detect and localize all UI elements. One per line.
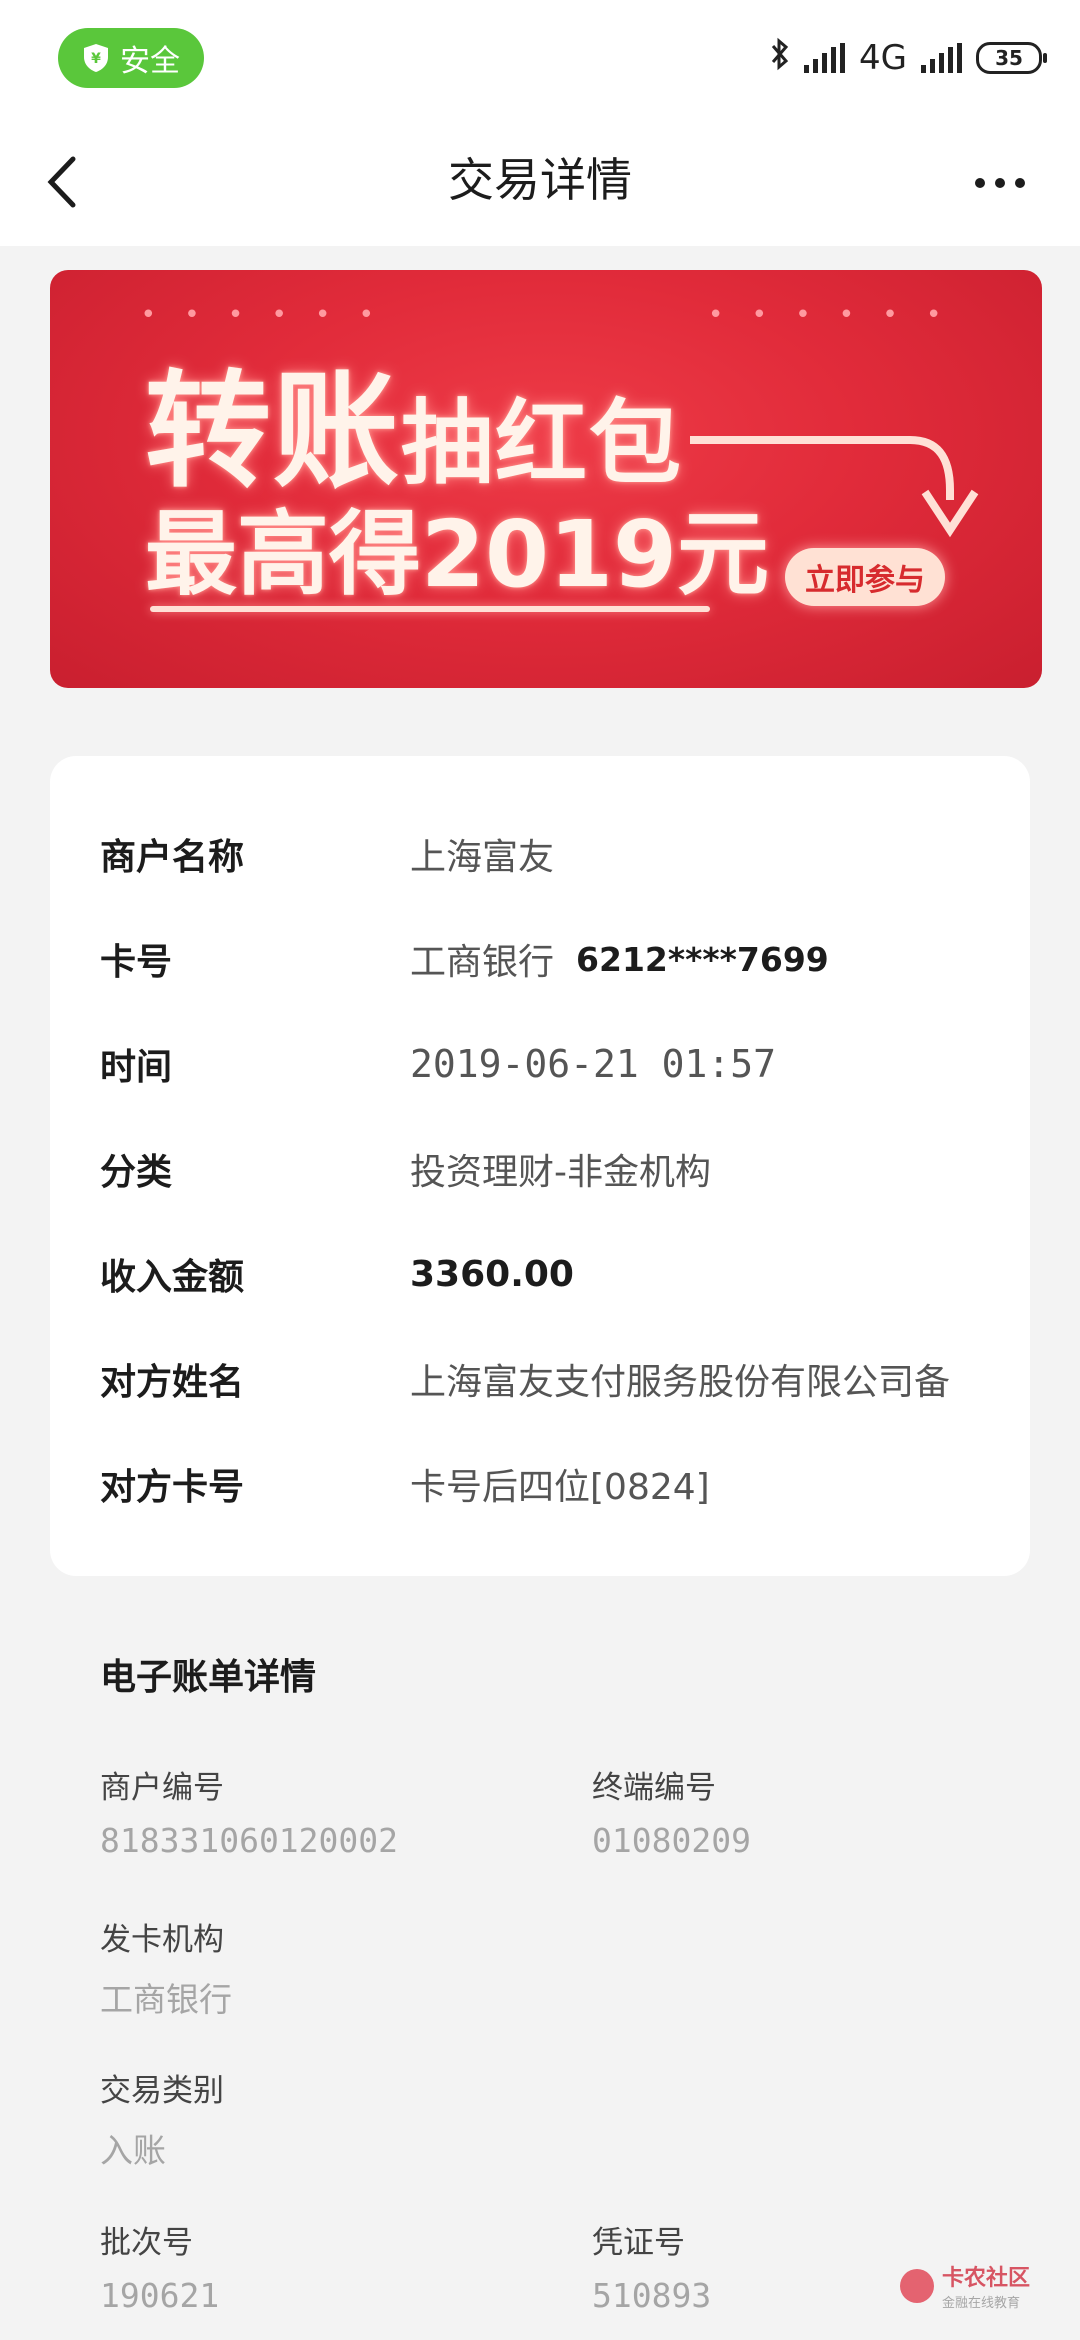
header: 交易详情 [0, 118, 1080, 246]
field-value: 818331060120002 [100, 1821, 399, 1860]
field-label: 终端编号 [592, 1770, 716, 1806]
watermark: 卡农社区 金融在线教育 [899, 2260, 1030, 2311]
detail-label: 卡号 [100, 942, 173, 983]
more-dot [975, 178, 985, 188]
detail-row-merchant: 商户名称 上海富友 [100, 824, 554, 884]
banner-decoration: • • • • • • • • • • • • [140, 300, 952, 330]
detail-row-amount: 收入金额 3360.00 [100, 1244, 574, 1304]
detail-label: 对方卡号 [100, 1467, 245, 1508]
transaction-type-field: 交易类别 入账 [100, 2065, 224, 2172]
page-title: 交易详情 [448, 153, 632, 207]
voucher-number-field: 凭证号 510893 [592, 2217, 711, 2315]
more-dot [995, 178, 1005, 188]
promo-banner[interactable]: • • • • • • • • • • • • 转账抽红包 最高得2019元 立… [50, 270, 1042, 688]
issuer-field: 发卡机构 工商银行 [100, 1914, 232, 2021]
field-label: 凭证号 [592, 2225, 685, 2261]
shield-icon: ¥ [82, 42, 110, 74]
detail-row-category: 分类 投资理财-非金机构 [100, 1139, 711, 1199]
signal-icon-2 [921, 43, 962, 73]
field-value: 入账 [100, 2131, 166, 2170]
bank-name: 工商银行 [410, 942, 555, 983]
status-bar: ¥ 安全 4G 35 [0, 0, 1080, 118]
field-label: 商户编号 [100, 1770, 224, 1806]
banner-underline [150, 606, 710, 612]
security-badge[interactable]: ¥ 安全 [58, 28, 204, 88]
chevron-left-icon [47, 156, 76, 208]
detail-row-counterparty-name: 对方姓名 上海富友支付服务股份有限公司备 [100, 1349, 950, 1409]
field-label: 批次号 [100, 2225, 193, 2261]
detail-value: 上海富友 [410, 837, 555, 878]
batch-number-field: 批次号 190621 [100, 2217, 219, 2315]
network-type: 4G [859, 38, 907, 78]
svg-text:¥: ¥ [91, 51, 101, 67]
field-value: 510893 [592, 2276, 712, 2315]
terminal-number-field: 终端编号 01080209 [592, 1762, 751, 1860]
battery-icon: 35 [976, 42, 1047, 74]
income-amount: 3360.00 [410, 1253, 574, 1295]
field-value: 190621 [100, 2276, 220, 2315]
detail-label: 收入金额 [100, 1257, 245, 1298]
transaction-detail-card: 商户名称 上海富友 卡号 工商银行 6212****7699 时间 2019-0… [50, 756, 1030, 1576]
more-dot [1015, 178, 1025, 188]
status-icons: 4G 35 [770, 36, 1047, 80]
detail-value: 上海富友支付服务股份有限公司备 [410, 1362, 951, 1403]
merchant-number-field: 商户编号 818331060120002 [100, 1762, 398, 1860]
detail-value: 2019-06-21 01:57 [410, 1042, 777, 1086]
detail-row-counterparty-card: 对方卡号 卡号后四位[0824] [100, 1454, 710, 1514]
field-label: 交易类别 [100, 2073, 224, 2109]
detail-label: 时间 [100, 1047, 173, 1088]
battery-level: 35 [995, 46, 1023, 70]
watermark-main: 卡农社区 [941, 2266, 1030, 2291]
field-label: 发卡机构 [100, 1922, 224, 1958]
banner-subheadline: 最高得2019元 [145, 501, 770, 608]
security-label: 安全 [120, 44, 180, 79]
signal-icon [804, 43, 846, 73]
watermark-sub: 金融在线教育 [941, 2296, 1020, 2311]
detail-label: 分类 [100, 1152, 173, 1193]
detail-value: 卡号后四位[0824] [410, 1467, 710, 1508]
detail-label: 商户名称 [100, 837, 245, 878]
bluetooth-icon [770, 37, 790, 80]
card-number: 6212****7699 [576, 939, 829, 979]
more-options-button[interactable] [960, 158, 1040, 208]
detail-row-time: 时间 2019-06-21 01:57 [100, 1034, 776, 1094]
watermark-logo-icon [899, 2268, 934, 2303]
back-button[interactable] [30, 150, 94, 214]
field-value: 01080209 [592, 1821, 751, 1860]
detail-row-card: 卡号 工商银行 6212****7699 [100, 929, 829, 989]
detail-value: 投资理财-非金机构 [410, 1152, 711, 1193]
field-value: 工商银行 [100, 1980, 232, 2019]
arrow-icon [690, 436, 979, 538]
ebill-section-title: 电子账单详情 [100, 1657, 317, 1698]
detail-label: 对方姓名 [100, 1362, 245, 1403]
join-now-button[interactable]: 立即参与 [785, 548, 945, 606]
